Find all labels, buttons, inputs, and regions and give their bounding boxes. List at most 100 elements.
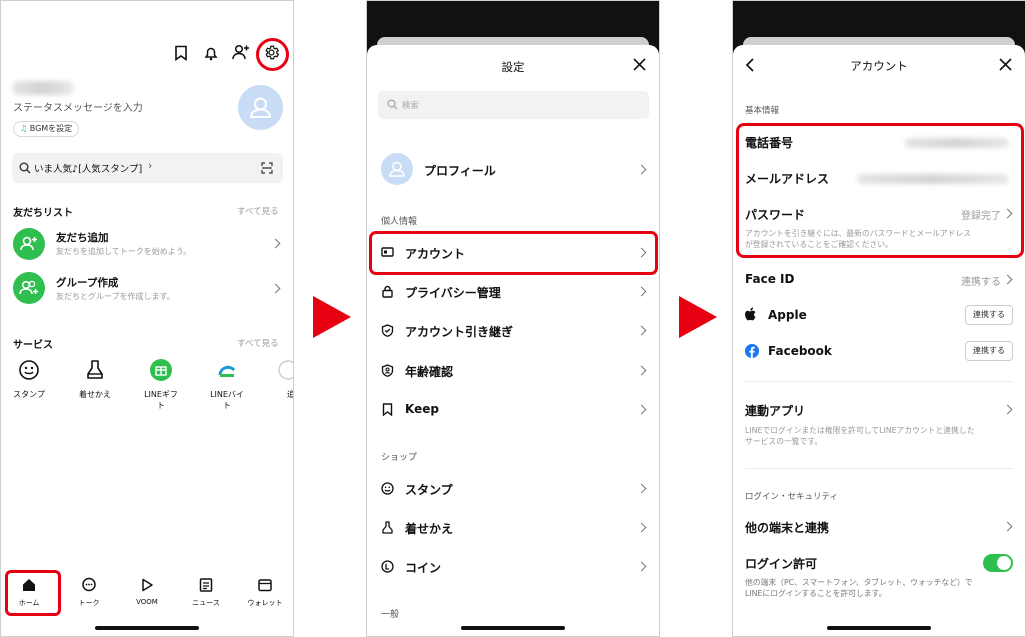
lock-icon — [381, 285, 394, 298]
trend-search-bar[interactable]: いま人気♪[人気スタンプ] › — [12, 153, 283, 183]
divider — [745, 468, 1013, 469]
friends-see-all-link[interactable]: すべて見る — [237, 205, 279, 217]
tab-chat[interactable]: トーク — [67, 577, 111, 608]
settings-item-stickers[interactable]: スタンプ — [367, 474, 659, 504]
shield-check-icon — [381, 324, 394, 337]
age-shield-icon — [381, 364, 394, 377]
close-icon[interactable] — [999, 58, 1012, 71]
chevron-right-icon — [636, 561, 647, 572]
settings-item-keep[interactable]: Keep — [367, 395, 659, 425]
bgm-button[interactable]: ♫ BGMを設定 — [13, 121, 80, 137]
qr-scan-icon[interactable] — [261, 162, 273, 174]
music-note-icon: ♫ — [20, 124, 28, 133]
service-partial[interactable]: 追 — [277, 359, 293, 400]
wallet-icon — [258, 579, 272, 592]
chevron-right-icon — [270, 283, 281, 294]
settings-item-account-transfer[interactable]: アカウント引き継ぎ — [367, 316, 659, 346]
settings-item-label: アカウント引き継ぎ — [405, 325, 514, 339]
linked-apps-label: 連動アプリ — [745, 404, 806, 418]
service-line-baito[interactable]: LINEバイト — [207, 359, 247, 411]
tab-news[interactable]: ニュース — [184, 577, 228, 608]
smile-icon — [19, 360, 39, 380]
settings-item-age-verification[interactable]: 年齢確認 — [367, 356, 659, 386]
service-label: 追 — [277, 389, 293, 400]
apple-label: Apple — [768, 308, 807, 322]
avatar — [381, 153, 413, 185]
service-line-gift[interactable]: LINEギフト — [141, 359, 181, 411]
list-item-title: 友だち追加 — [56, 232, 109, 244]
tab-label: ウォレット — [247, 599, 283, 607]
chevron-right-icon — [636, 365, 647, 376]
facebook-logo-icon — [745, 344, 759, 358]
login-allow-toggle[interactable] — [983, 554, 1013, 572]
service-sticker[interactable]: スタンプ — [9, 359, 49, 400]
faceid-status: 連携する — [961, 277, 1001, 288]
services-see-all-link[interactable]: すべて見る — [237, 337, 279, 349]
friends-section-title: 友だちリスト — [13, 208, 73, 219]
settings-highlight-ring — [256, 38, 289, 71]
home-screen: ステータスメッセージを入力 ♫ BGMを設定 いま人気♪[人気スタンプ] › 友… — [0, 0, 294, 637]
settings-item-privacy[interactable]: プライバシー管理 — [367, 277, 659, 307]
account-screen: アカウント 基本情報 電話番号 メールアドレス パスワード 登録完了 アカウント… — [732, 0, 1026, 637]
trend-search-text: いま人気♪[人気スタンプ] — [34, 164, 143, 175]
list-item-subtitle: 友だちを追加してトークを始めよう。 — [56, 247, 192, 256]
section-personal-info: 個人情報 — [381, 217, 418, 227]
chevron-right-icon — [636, 286, 647, 297]
settings-search-input[interactable]: 検索 — [378, 91, 649, 119]
apple-link-button[interactable]: 連携する — [965, 305, 1013, 325]
user-icon — [249, 97, 272, 118]
settings-item-label: 年齢確認 — [405, 365, 454, 379]
chevron-right-icon — [270, 238, 281, 249]
chevron-right-icon — [636, 325, 647, 336]
status-message[interactable]: ステータスメッセージを入力 — [13, 99, 143, 114]
list-item-title: グループ作成 — [56, 277, 119, 289]
settings-sheet: 設定 検索 プロフィール 個人情報 アカウント プライバシー管理 アカウント引き… — [367, 45, 659, 636]
step-arrow-right — [313, 296, 351, 338]
avatar[interactable] — [238, 85, 283, 130]
service-label: LINEギフト — [144, 390, 178, 410]
page-title: アカウント — [850, 59, 908, 73]
basic-info-highlight-ring — [736, 123, 1024, 258]
blurred-username — [13, 81, 73, 95]
search-placeholder: 検索 — [402, 101, 420, 111]
settings-item-label: スタンプ — [405, 483, 453, 497]
account-sheet: アカウント 基本情報 電話番号 メールアドレス パスワード 登録完了 アカウント… — [733, 45, 1025, 636]
page-title: 設定 — [501, 60, 525, 74]
service-theme[interactable]: 着せかえ — [75, 359, 115, 400]
facebook-link-button[interactable]: 連携する — [965, 341, 1013, 361]
create-group-icon — [13, 272, 45, 304]
news-icon — [199, 578, 213, 592]
service-label: スタンプ — [13, 390, 45, 399]
section-shop: ショップ — [381, 453, 418, 463]
bookmark-icon[interactable] — [173, 45, 189, 61]
section-general: 一般 — [381, 610, 400, 620]
linked-apps-note-line1: LINEでログインまたは権限を許可してLINEアカウントと連携した — [745, 426, 975, 435]
voom-icon — [142, 578, 153, 592]
facebook-label: Facebook — [768, 344, 832, 358]
settings-screen: 設定 検索 プロフィール 個人情報 アカウント プライバシー管理 アカウント引き… — [366, 0, 660, 637]
add-friend-icon[interactable] — [232, 44, 250, 61]
settings-item-coins[interactable]: コイン — [367, 552, 659, 582]
profile-row[interactable]: プロフィール — [367, 151, 659, 189]
faceid-label: Face ID — [745, 272, 795, 286]
bell-icon[interactable] — [203, 45, 219, 61]
tab-voom[interactable]: VOOM — [125, 577, 169, 606]
tab-wallet[interactable]: ウォレット — [243, 577, 287, 608]
section-login-security: ログイン・セキュリティ — [745, 492, 838, 502]
step-arrow-right — [679, 296, 717, 338]
home-highlight-ring — [5, 570, 61, 616]
close-icon[interactable] — [633, 58, 646, 71]
chevron-right-icon — [1002, 274, 1013, 285]
bgm-label: BGMを設定 — [29, 124, 73, 133]
linked-apps-note-line2: サービスの一覧です。 — [745, 437, 823, 446]
apple-logo-icon — [745, 307, 758, 322]
bookmark-icon — [381, 403, 394, 416]
settings-item-themes[interactable]: 着せかえ — [367, 513, 659, 543]
add-friend-icon — [13, 228, 45, 260]
home-indicator — [95, 626, 199, 630]
login-allow-note-line2: LINEにログインすることを許可します。 — [745, 589, 887, 598]
list-item-subtitle: 友だちとグループを作成します。 — [56, 292, 175, 301]
login-allow-note-line1: 他の端末（PC、スマートフォン、タブレット、ウォッチなど）で — [745, 578, 973, 587]
home-indicator — [827, 626, 931, 630]
service-label: 着せかえ — [79, 390, 111, 399]
